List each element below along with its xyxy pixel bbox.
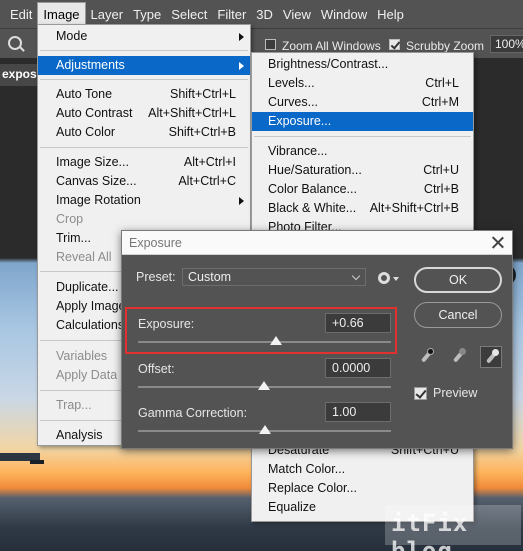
menu-edit[interactable]: Edit bbox=[5, 3, 37, 26]
menu-layer[interactable]: Layer bbox=[86, 3, 129, 26]
scrubby-zoom-checkbox[interactable] bbox=[389, 39, 400, 50]
gear-icon[interactable] bbox=[378, 272, 390, 284]
document-tab[interactable]: exposu bbox=[0, 64, 40, 86]
scrubby-zoom-label: Scrubby Zoom bbox=[406, 39, 485, 53]
offset-field[interactable]: 0.0000 bbox=[325, 358, 391, 378]
white-point-eyedropper-icon[interactable] bbox=[480, 346, 502, 368]
menu-item-levels[interactable]: Levels... Ctrl+L bbox=[252, 74, 473, 93]
preset-label: Preset: bbox=[136, 270, 176, 284]
preview-label: Preview bbox=[433, 386, 478, 400]
zoom-tool-icon[interactable] bbox=[8, 36, 22, 50]
menu-item-black-white[interactable]: Black & White... Alt+Shift+Ctrl+B bbox=[252, 199, 473, 218]
gamma-label: Gamma Correction: bbox=[138, 406, 248, 420]
menu-item-replace-color[interactable]: Replace Color... bbox=[252, 479, 473, 498]
menu-item-auto-tone[interactable]: Auto Tone Shift+Ctrl+L bbox=[38, 85, 250, 104]
menu-select[interactable]: Select bbox=[166, 3, 212, 26]
menu-item-curves[interactable]: Curves... Ctrl+M bbox=[252, 93, 473, 112]
black-point-eyedropper-icon[interactable] bbox=[416, 346, 438, 368]
exposure-slider-thumb[interactable] bbox=[270, 336, 282, 345]
menu-item-color-balance[interactable]: Color Balance... Ctrl+B bbox=[252, 180, 473, 199]
gray-point-eyedropper-icon[interactable] bbox=[448, 346, 470, 368]
exposure-field[interactable]: +0.66 bbox=[325, 313, 391, 333]
zoom-all-windows-checkbox[interactable] bbox=[265, 39, 276, 50]
zoom-percent-field[interactable]: 100% bbox=[490, 35, 523, 53]
menu-item-adjustments[interactable]: Adjustments bbox=[38, 56, 250, 75]
dialog-titlebar[interactable]: Exposure bbox=[122, 231, 512, 255]
close-icon[interactable] bbox=[491, 235, 505, 249]
exposure-dialog: Exposure Preset: Custom Exposure: +0.66 … bbox=[121, 230, 513, 449]
exposure-slider-track[interactable] bbox=[138, 341, 391, 343]
gear-dropdown-icon[interactable] bbox=[393, 277, 399, 281]
preset-select[interactable]: Custom bbox=[182, 268, 366, 286]
ok-button[interactable]: OK bbox=[414, 267, 502, 293]
menu-item-mode[interactable]: Mode bbox=[38, 27, 250, 46]
menu-item-match-color[interactable]: Match Color... bbox=[252, 460, 473, 479]
menu-item-canvas-size[interactable]: Canvas Size... Alt+Ctrl+C bbox=[38, 172, 250, 191]
submenu-arrow-icon bbox=[239, 197, 244, 205]
gamma-field[interactable]: 1.00 bbox=[325, 402, 391, 422]
offset-label: Offset: bbox=[138, 362, 175, 376]
menu-help[interactable]: Help bbox=[372, 3, 409, 26]
offset-slider-thumb[interactable] bbox=[258, 381, 270, 390]
menu-item-auto-contrast[interactable]: Auto Contrast Alt+Shift+Ctrl+L bbox=[38, 104, 250, 123]
menu-item-brightness-contrast[interactable]: Brightness/Contrast... bbox=[252, 55, 473, 74]
menu-type[interactable]: Type bbox=[128, 3, 166, 26]
cancel-button[interactable]: Cancel bbox=[414, 302, 502, 328]
submenu-arrow-icon bbox=[239, 33, 244, 41]
menu-filter[interactable]: Filter bbox=[212, 3, 251, 26]
menu-image[interactable]: Image bbox=[37, 1, 86, 27]
menu-item-image-rotation[interactable]: Image Rotation bbox=[38, 191, 250, 210]
menu-3d[interactable]: 3D bbox=[251, 3, 278, 26]
exposure-label: Exposure: bbox=[138, 317, 195, 331]
submenu-arrow-icon bbox=[239, 62, 244, 70]
menu-item-vibrance[interactable]: Vibrance... bbox=[252, 142, 473, 161]
menu-item-image-size[interactable]: Image Size... Alt+Ctrl+I bbox=[38, 153, 250, 172]
menu-item-exposure[interactable]: Exposure... bbox=[252, 112, 473, 131]
watermark: itFix blog bbox=[385, 505, 521, 551]
chevron-down-icon bbox=[351, 271, 361, 281]
menu-item-hue-saturation[interactable]: Hue/Saturation... Ctrl+U bbox=[252, 161, 473, 180]
zoom-all-windows-label: Zoom All Windows bbox=[282, 39, 381, 53]
menu-item-crop: Crop bbox=[56, 212, 84, 226]
preset-value: Custom bbox=[188, 270, 232, 284]
dialog-title: Exposure bbox=[129, 236, 182, 250]
menu-window[interactable]: Window bbox=[316, 3, 372, 26]
boat bbox=[30, 460, 44, 464]
preview-checkbox[interactable] bbox=[414, 387, 427, 400]
menu-item-auto-color[interactable]: Auto Color Shift+Ctrl+B bbox=[38, 123, 250, 142]
gamma-slider-thumb[interactable] bbox=[259, 425, 271, 434]
menu-view[interactable]: View bbox=[278, 3, 316, 26]
